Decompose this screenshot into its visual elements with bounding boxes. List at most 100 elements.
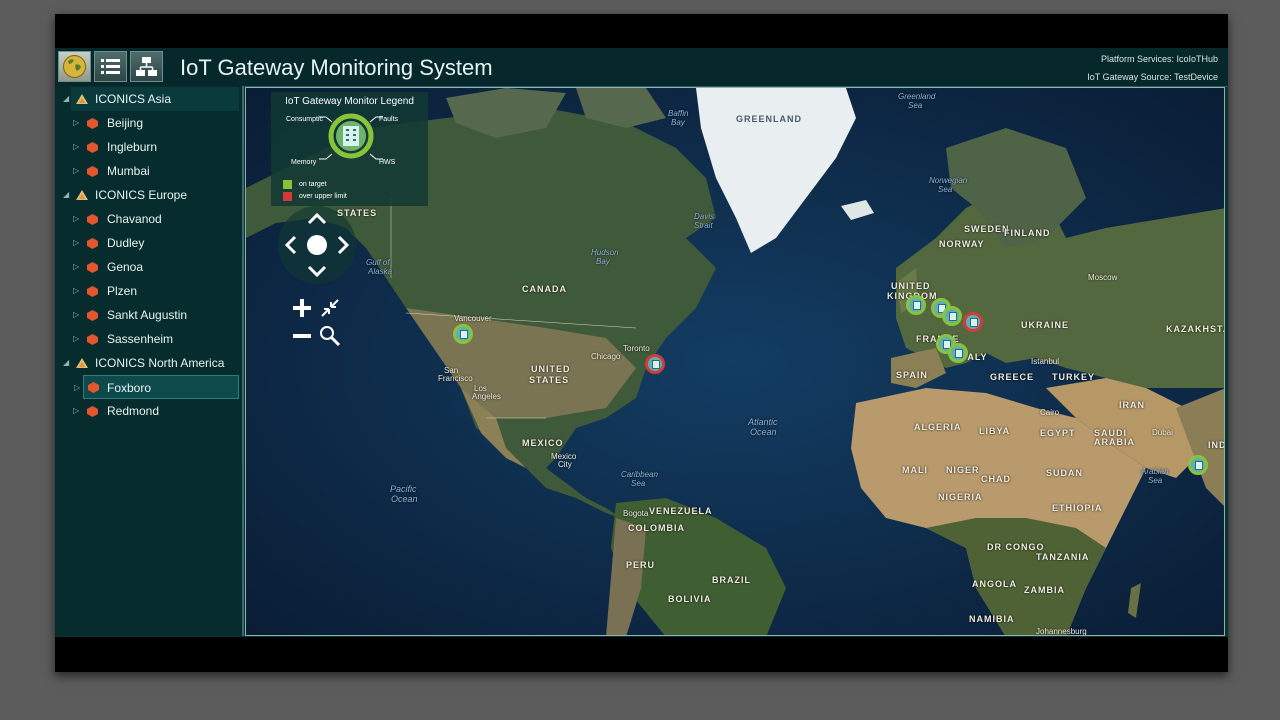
legend-on-target: on target bbox=[299, 181, 327, 188]
tree-site-sassenheim[interactable]: ▷ Sassenheim bbox=[73, 327, 239, 351]
tree-site-redmond[interactable]: ▷ Redmond bbox=[73, 399, 239, 423]
label-sudan: SUDAN bbox=[1046, 468, 1084, 478]
list-view-button[interactable] bbox=[94, 51, 127, 82]
collapse-arrow-icon[interactable]: ▷ bbox=[73, 327, 83, 351]
label-tanzania: TANZANIA bbox=[1036, 552, 1090, 562]
site-icon bbox=[88, 382, 99, 393]
tree-site-dudley[interactable]: ▷ Dudley bbox=[73, 231, 239, 255]
tree-site-label: Chavanod bbox=[107, 212, 162, 226]
label-turkey: TURKEY bbox=[1052, 372, 1096, 382]
label-norway: NORWAY bbox=[939, 239, 985, 249]
collapse-arrow-icon[interactable]: ▷ bbox=[73, 135, 83, 159]
tree-group-label: ICONICS Asia bbox=[95, 92, 172, 106]
site-tree: ◢ ICONICS Asia ▷ Beijing ▷ Ingleburn ▷ M… bbox=[55, 86, 244, 636]
tree-site-plzen[interactable]: ▷ Plzen bbox=[73, 279, 239, 303]
tree-site-foxboro[interactable]: ▷ Foxboro bbox=[74, 375, 239, 399]
expand-arrow-icon[interactable]: ◢ bbox=[63, 87, 73, 111]
hierarchy-view-button[interactable] bbox=[130, 51, 163, 82]
site-icon bbox=[87, 238, 98, 249]
label-pacific-ocean: Ocean bbox=[391, 494, 418, 504]
expand-arrow-icon[interactable]: ◢ bbox=[63, 183, 73, 207]
over-limit-swatch bbox=[283, 192, 292, 201]
fit-view-button[interactable] bbox=[318, 296, 342, 320]
site-icon bbox=[87, 262, 98, 273]
collapse-arrow-icon[interactable]: ▷ bbox=[73, 255, 83, 279]
label-atlantic-ocean: Ocean bbox=[750, 427, 777, 437]
label-states: STATES bbox=[529, 375, 570, 385]
site-icon bbox=[87, 406, 98, 417]
legend-memory: Memory bbox=[291, 159, 317, 166]
label-mexico: MEXICO bbox=[522, 438, 564, 448]
collapse-arrow-icon[interactable]: ▷ bbox=[73, 399, 83, 423]
label-caribbean-sea: Sea bbox=[631, 479, 646, 488]
map-view-button[interactable] bbox=[58, 51, 91, 82]
label-niger: NIGER bbox=[946, 465, 980, 475]
tree-site-label: Beijing bbox=[107, 116, 144, 130]
expand-arrow-icon[interactable]: ◢ bbox=[63, 351, 73, 375]
collapse-arrow-icon[interactable]: ▷ bbox=[74, 376, 84, 400]
gateway-marker-mumbai[interactable] bbox=[1188, 455, 1208, 475]
label-greenland: GREENLAND bbox=[736, 114, 803, 124]
label-canada: CANADA bbox=[522, 284, 567, 294]
label-iran: IRAN bbox=[1119, 400, 1145, 410]
label-peru: PERU bbox=[626, 560, 656, 570]
tree-site-label: Mumbai bbox=[107, 164, 150, 178]
gateway-marker-foxboro[interactable] bbox=[645, 354, 665, 374]
on-target-swatch bbox=[283, 180, 292, 189]
label-egypt: EGYPT bbox=[1040, 428, 1076, 438]
search-button[interactable] bbox=[318, 324, 342, 348]
gateway-marker-genoa[interactable] bbox=[948, 343, 968, 363]
gateway-marker-dudley[interactable] bbox=[906, 295, 926, 315]
label-greenland-sea: Greenland bbox=[898, 92, 936, 101]
label-arabia: ARABIA bbox=[1094, 437, 1135, 447]
list-icon bbox=[101, 59, 120, 74]
collapse-arrow-icon[interactable]: ▷ bbox=[73, 159, 83, 183]
label-nigeria: NIGERIA bbox=[938, 492, 983, 502]
collapse-arrow-icon[interactable]: ▷ bbox=[73, 231, 83, 255]
tree-site-genoa[interactable]: ▷ Genoa bbox=[73, 255, 239, 279]
gateway-marker-sankt-augustin[interactable] bbox=[942, 306, 962, 326]
label-chad: CHAD bbox=[981, 474, 1011, 484]
label-ukraine: UKRAINE bbox=[1021, 320, 1070, 330]
tree-site-chavanod[interactable]: ▷ Chavanod bbox=[73, 207, 239, 231]
minus-icon bbox=[293, 334, 311, 338]
label-united-kingdom: UNITED bbox=[891, 281, 931, 291]
label-states-alaska: STATES bbox=[337, 208, 378, 218]
label-namibia: NAMIBIA bbox=[969, 614, 1015, 624]
label-hudson: Hudson bbox=[591, 248, 619, 257]
city-cairo: Cairo bbox=[1040, 408, 1060, 417]
collapse-arrow-icon[interactable]: ▷ bbox=[73, 111, 83, 135]
tree-site-label: Sankt Augustin bbox=[107, 308, 188, 322]
label-united-states: UNITED bbox=[531, 364, 571, 374]
title-bar: IoT Gateway Monitoring System Platform S… bbox=[55, 48, 1228, 87]
label-colombia: COLOMBIA bbox=[628, 523, 685, 533]
tree-site-mumbai[interactable]: ▷ Mumbai bbox=[73, 159, 239, 183]
gateway-marker-redmond[interactable] bbox=[453, 324, 473, 344]
collapse-arrow-icon[interactable]: ▷ bbox=[73, 279, 83, 303]
tree-site-ingleburn[interactable]: ▷ Ingleburn bbox=[73, 135, 239, 159]
city-city: City bbox=[558, 460, 572, 469]
tree-group-europe[interactable]: ◢ ICONICS Europe bbox=[63, 183, 239, 207]
collapse-arrow-icon[interactable]: ▷ bbox=[73, 303, 83, 327]
tree-site-sankt-augustin[interactable]: ▷ Sankt Augustin bbox=[73, 303, 239, 327]
zoom-out-button[interactable] bbox=[290, 324, 314, 348]
tree-site-label: Genoa bbox=[107, 260, 144, 274]
city-toronto: Toronto bbox=[623, 344, 650, 353]
legend-connectors bbox=[319, 116, 383, 160]
legend-hws: HWS bbox=[379, 159, 396, 166]
tree-group-asia[interactable]: ◢ ICONICS Asia bbox=[63, 87, 239, 111]
site-icon bbox=[87, 286, 98, 297]
label-angola: ANGOLA bbox=[972, 579, 1017, 589]
label-india: INDIA bbox=[1208, 440, 1224, 450]
search-icon bbox=[320, 326, 341, 347]
label-atlantic: Atlantic bbox=[748, 417, 778, 427]
label-algeria: ALGERIA bbox=[914, 422, 962, 432]
video-frame: IoT Gateway Monitoring System Platform S… bbox=[55, 14, 1228, 672]
world-map[interactable]: IoT Gateway Monitor Legend Consumptic Fa… bbox=[245, 87, 1225, 636]
zoom-in-button[interactable] bbox=[290, 296, 314, 320]
city-moscow: Moscow bbox=[1088, 273, 1118, 282]
collapse-arrow-icon[interactable]: ▷ bbox=[73, 207, 83, 231]
gateway-marker-plzen[interactable] bbox=[963, 312, 983, 332]
tree-site-beijing[interactable]: ▷ Beijing bbox=[73, 111, 239, 135]
tree-group-north-america[interactable]: ◢ ICONICS North America bbox=[63, 351, 239, 375]
